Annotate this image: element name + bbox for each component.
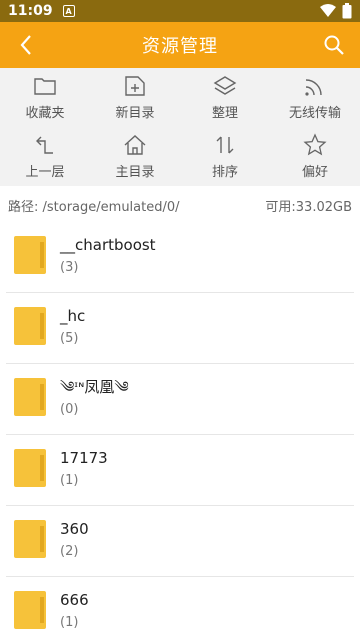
search-icon bbox=[324, 35, 344, 55]
folder-icon bbox=[34, 78, 56, 95]
up-level-icon bbox=[36, 136, 53, 154]
search-button[interactable] bbox=[322, 32, 346, 58]
toolbar-item-up-level[interactable]: 上一层 bbox=[0, 127, 90, 186]
toolbar-label: 收藏夹 bbox=[25, 106, 65, 121]
toolbar-item-new-folder[interactable]: 新目录 bbox=[90, 68, 180, 127]
wireless-icon bbox=[305, 79, 322, 96]
toolbar-item-home[interactable]: 主目录 bbox=[90, 127, 180, 186]
new-folder-icon bbox=[125, 76, 145, 96]
toolbar-item-favorites[interactable]: 收藏夹 bbox=[0, 68, 90, 127]
list-item[interactable]: __chartboost (3) bbox=[6, 222, 354, 293]
layers-icon bbox=[213, 76, 237, 95]
back-button[interactable] bbox=[14, 32, 38, 58]
folder-icon bbox=[14, 378, 46, 416]
toolbar-item-wireless[interactable]: 无线传输 bbox=[270, 68, 360, 127]
list-item[interactable]: 360 (2) bbox=[6, 506, 354, 577]
notification-icon: A bbox=[62, 5, 75, 17]
file-name: 666 bbox=[60, 591, 89, 609]
item-count: (2) bbox=[60, 544, 79, 559]
wifi-icon bbox=[320, 4, 336, 17]
list-item[interactable]: 666 (1) bbox=[6, 577, 354, 640]
toolbar-item-sort[interactable]: 排序 bbox=[180, 127, 270, 186]
list-item[interactable]: ༄ᶦᶰ凤凰༄ (0) bbox=[6, 364, 354, 435]
file-name: _hc bbox=[60, 307, 86, 325]
folder-icon bbox=[14, 449, 46, 487]
file-name: 360 bbox=[60, 520, 89, 538]
home-icon bbox=[124, 135, 146, 155]
status-bar: 11:09 A bbox=[0, 0, 360, 22]
file-name: __chartboost bbox=[60, 236, 156, 254]
toolbar: 收藏夹 新目录 整理 无线传输 上一层 主目录 排序 偏好 bbox=[0, 68, 360, 186]
list-item[interactable]: 17173 (1) bbox=[6, 435, 354, 506]
sort-icon bbox=[216, 136, 234, 154]
item-count: (1) bbox=[60, 615, 79, 630]
toolbar-label: 偏好 bbox=[301, 165, 328, 180]
toolbar-label: 新目录 bbox=[115, 106, 155, 121]
path-bar: 路径: /storage/emulated/0/ 可用:33.02GB bbox=[0, 188, 360, 222]
page-title: 资源管理 bbox=[142, 36, 218, 57]
status-icons bbox=[320, 3, 352, 19]
folder-icon bbox=[14, 236, 46, 274]
item-count: (3) bbox=[60, 260, 79, 275]
item-count: (1) bbox=[60, 473, 79, 488]
toolbar-label: 排序 bbox=[211, 165, 238, 180]
app-bar: 资源管理 bbox=[0, 22, 360, 68]
file-list: __chartboost (3) _hc (5) ༄ᶦᶰ凤凰༄ (0) 17173 (1… bbox=[0, 222, 360, 640]
battery-icon bbox=[342, 3, 352, 19]
file-name: 17173 bbox=[60, 449, 108, 467]
free-space-label: 可用:33.02GB bbox=[265, 199, 352, 215]
toolbar-label: 无线传输 bbox=[288, 106, 341, 121]
folder-icon bbox=[14, 520, 46, 558]
file-name: ༄ᶦᶰ凤凰༄ bbox=[60, 378, 129, 396]
item-count: (0) bbox=[60, 402, 79, 417]
item-count: (5) bbox=[60, 331, 79, 346]
toolbar-label: 上一层 bbox=[25, 165, 65, 180]
path-label: 路径: /storage/emulated/0/ bbox=[8, 199, 180, 215]
folder-icon bbox=[14, 591, 46, 629]
toolbar-label: 主目录 bbox=[115, 165, 155, 180]
toolbar-label: 整理 bbox=[211, 106, 238, 121]
star-icon bbox=[303, 133, 327, 156]
toolbar-item-organize[interactable]: 整理 bbox=[180, 68, 270, 127]
status-time: 11:09 bbox=[8, 3, 53, 19]
list-item[interactable]: _hc (5) bbox=[6, 293, 354, 364]
toolbar-item-preferences[interactable]: 偏好 bbox=[270, 127, 360, 186]
folder-icon bbox=[14, 307, 46, 345]
chevron-left-icon bbox=[20, 35, 31, 55]
